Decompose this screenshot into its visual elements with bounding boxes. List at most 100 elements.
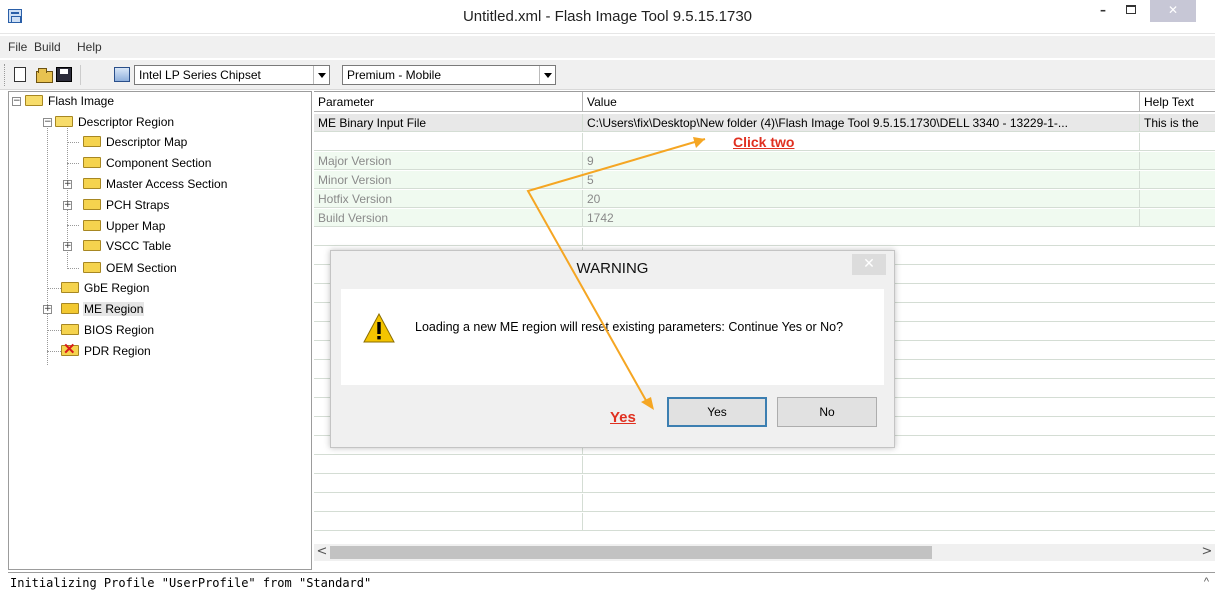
new-file-icon[interactable] [14,67,26,82]
table-row[interactable]: Major Version 9 [314,152,1215,170]
dialog-title: WARNING [576,260,649,277]
table-row[interactable]: Minor Version 5 [314,171,1215,189]
column-header-help[interactable]: Help Text [1140,92,1215,112]
table-row [314,494,1215,512]
collapse-toggle[interactable]: − [43,118,52,127]
expand-toggle[interactable]: + [63,242,72,251]
save-disk-icon[interactable] [56,67,72,82]
table-row[interactable]: Build Version 1742 [314,209,1215,227]
chipset-icon[interactable] [114,67,130,82]
sku-select[interactable]: Premium - Mobile [342,65,556,85]
tree-item-descriptor-region[interactable]: Descriptor Region [55,113,175,131]
folder-icon [83,262,101,273]
tree-connector [67,225,79,226]
cell-help [1140,152,1215,170]
tree-item-oem-section[interactable]: OEM Section [83,259,178,277]
dialog-body: Loading a new ME region will reset exist… [341,289,884,385]
disabled-folder-icon [61,341,79,359]
scroll-left-arrow[interactable]: < [314,544,330,561]
cell-value: 9 [583,152,1140,170]
cell-empty [314,456,583,474]
tree-connector [47,120,48,365]
cell-help [1140,171,1215,189]
table-row [314,475,1215,493]
folder-open-icon [25,95,43,106]
no-button[interactable]: No [777,397,877,427]
annotation-click-two: Click two [733,134,795,150]
toolbar-grip[interactable] [4,64,7,86]
chevron-down-icon[interactable] [539,66,555,84]
maximize-button[interactable] [1118,0,1144,22]
tree-item-vscc-table[interactable]: VSCC Table [83,237,172,255]
menu-bar: File Build Help [0,36,1215,58]
tree-item-master-access-section[interactable]: Master Access Section [83,175,228,193]
folder-icon [83,157,101,168]
tree-item-bios-region[interactable]: BIOS Region [61,321,155,339]
yes-button[interactable]: Yes [667,397,767,427]
open-folder-icon[interactable] [36,67,53,83]
cell-value: 20 [583,190,1140,208]
table-row [314,513,1215,531]
tree-item-flash-image[interactable]: Flash Image [25,92,115,110]
expand-toggle[interactable]: + [63,180,72,189]
tree-item-component-section[interactable]: Component Section [83,154,212,172]
scrollbar-thumb[interactable] [330,546,932,559]
expand-toggle[interactable]: + [43,305,52,314]
tree-item-pch-straps[interactable]: PCH Straps [83,196,170,214]
tree-connector [47,288,61,289]
collapse-toggle[interactable]: − [12,97,21,106]
expand-toggle[interactable]: + [63,201,72,210]
cell-value: 5 [583,171,1140,189]
cell-parameter: Hotfix Version [314,190,583,208]
tree-item-pdr-region[interactable]: PDR Region [61,341,152,360]
tree-connector [67,142,79,143]
folder-open-icon [55,116,73,127]
annotation-yes: Yes [610,409,636,426]
table-row[interactable]: ME Binary Input File C:\Users\fix\Deskto… [314,114,1215,132]
tree-item-me-region[interactable]: ME Region [61,300,145,318]
region-tree[interactable]: − Flash Image − Descriptor Region Descri… [8,91,312,570]
chipset-select[interactable]: Intel LP Series Chipset [134,65,330,85]
scroll-up-arrow[interactable]: ^ [1204,576,1209,588]
sku-select-value: Premium - Mobile [347,68,442,82]
tree-item-gbe-region[interactable]: GbE Region [61,279,150,297]
folder-icon [83,240,101,251]
scroll-right-arrow[interactable]: > [1199,544,1215,561]
folder-icon [83,136,101,147]
tree-connector [67,268,79,269]
horizontal-scrollbar[interactable]: < > [314,544,1215,561]
title-bar: Untitled.xml - Flash Image Tool 9.5.15.1… [0,0,1215,34]
tree-connector [67,163,79,164]
chipset-select-value: Intel LP Series Chipset [139,68,261,82]
tree-item-upper-map[interactable]: Upper Map [83,217,166,235]
cell-parameter: Build Version [314,209,583,227]
column-header-value[interactable]: Value [583,92,1140,112]
chevron-down-icon[interactable] [313,66,329,84]
menu-file[interactable]: File [8,40,27,54]
minimize-button[interactable]: – [1090,0,1116,22]
dialog-message: Loading a new ME region will reset exist… [415,320,844,334]
cell-value: 1742 [583,209,1140,227]
cell-value[interactable]: C:\Users\fix\Desktop\New folder (4)\Flas… [583,114,1140,132]
cell-value [583,133,1140,151]
maximize-icon [1126,5,1136,14]
cell-parameter [314,133,583,151]
table-row [314,456,1215,474]
column-header-parameter[interactable]: Parameter [314,92,583,112]
cell-help: This is the [1144,116,1199,130]
close-button[interactable]: ✕ [1150,0,1196,22]
menu-help[interactable]: Help [77,40,102,54]
menu-build[interactable]: Build [34,40,61,54]
cell-empty [314,475,583,493]
table-row[interactable]: Hotfix Version 20 [314,190,1215,208]
dialog-close-button[interactable]: ✕ [852,254,886,275]
cell-parameter: ME Binary Input File [314,114,583,132]
cell-help [1140,190,1215,208]
log-line: Initializing Profile "UserProfile" from … [10,576,372,590]
folder-icon [83,220,101,231]
folder-icon [61,303,79,314]
grid-header: Parameter Value Help Text [314,92,1215,112]
tree-item-descriptor-map[interactable]: Descriptor Map [83,133,188,151]
cell-empty [314,494,583,512]
warning-icon [363,313,395,343]
